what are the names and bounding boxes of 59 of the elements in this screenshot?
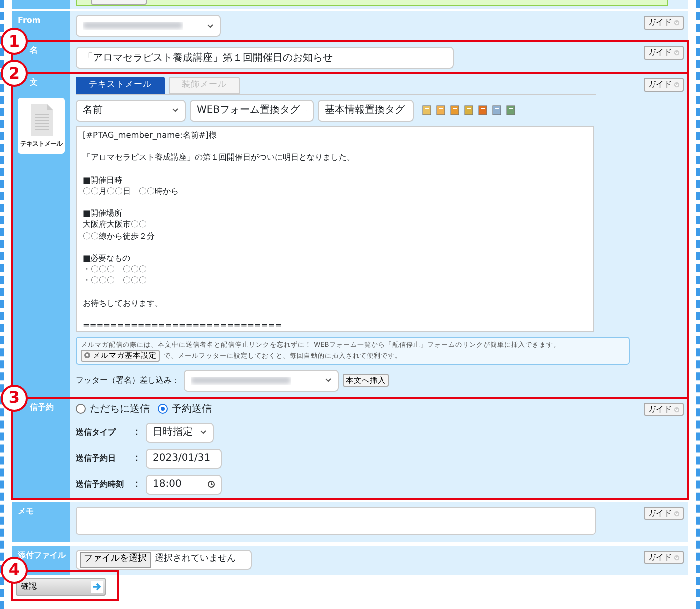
separator-text: ： [132, 452, 142, 466]
time-field[interactable]: 18:00 [146, 474, 222, 495]
field-label: 送信予約日 [76, 452, 117, 465]
toolbar-icon[interactable] [506, 105, 516, 116]
field-label: 送信予約時刻 [76, 478, 125, 491]
expand-icon [674, 82, 680, 88]
toolbar-icon[interactable] [492, 105, 502, 116]
separator-text: ： [132, 426, 142, 440]
confirm-button[interactable]: 確認 [16, 578, 106, 596]
annotation-number: 3 [1, 384, 28, 412]
guide-button[interactable]: ガイド [644, 16, 684, 30]
field-label: 信予約 [30, 402, 54, 412]
mail-tab[interactable]: テキストメール [76, 77, 165, 94]
toolbar-icon[interactable] [436, 105, 446, 116]
expand-icon [674, 50, 680, 56]
select-value: WEBフォーム置換タグ [197, 104, 300, 118]
radio-label: 予約送信 [172, 402, 212, 417]
guide-button[interactable]: ガイド [644, 46, 684, 60]
label-cell [12, 0, 70, 9]
field-label: メモ [18, 506, 34, 516]
field-label: 名 [30, 46, 38, 55]
radio-label: ただちに送信 [90, 402, 150, 417]
toolbar-icon[interactable] [478, 105, 488, 116]
radio-button[interactable] [76, 404, 86, 414]
field-label: 文 [30, 78, 38, 87]
separator-text: ： [132, 478, 142, 492]
expand-icon [674, 20, 680, 26]
gear-icon [84, 352, 91, 360]
guide-button[interactable]: ガイド [644, 78, 684, 92]
annotation-number: 2 [1, 60, 28, 87]
toolbar-icon[interactable] [422, 105, 432, 116]
guide-button[interactable]: ガイド [644, 550, 684, 564]
memo-field[interactable] [76, 506, 596, 535]
toolbar-icon[interactable] [464, 105, 474, 116]
footer-label: フッター（署名）差し込み： [76, 374, 180, 387]
select-value: 基本情報置換タグ [325, 104, 405, 118]
date-field[interactable]: 2023/01/31 [146, 448, 222, 469]
select-value: 名前 [83, 104, 103, 118]
document-icon [28, 103, 54, 137]
type-select[interactable]: 日時指定 [146, 422, 214, 443]
tag-select[interactable]: 名前 [76, 100, 186, 122]
toolbar-icon[interactable] [450, 105, 460, 116]
field-label: 送信タイプ [76, 426, 118, 439]
body-textarea[interactable]: [#PTAG_member_name:名前#]様 「アロマセラピスト養成講座」の第１回開催日がついに明日となりました。 ■開催日時 〇〇月〇〇日 〇〇時から ■開催場所 大阪府大阪市〇〇 〇〇線から徒歩２分 ■必要なもの ・〇〇〇 〇〇〇 ・〇〇〇 〇〇〇 お待ちしております。 ============================= [76, 126, 594, 332]
file-status: 選択されていません [155, 553, 236, 566]
expand-icon [674, 406, 680, 413]
radio-button[interactable] [158, 404, 168, 414]
subject-field[interactable]: 「アロマセラピスト養成講座」第１回開催日のお知らせ [76, 47, 454, 69]
tag-select[interactable]: 基本情報置換タグ [318, 100, 414, 122]
tag-select[interactable]: WEBフォーム置換タグ [190, 100, 314, 122]
field-label: From [18, 16, 41, 25]
guide-button[interactable]: ガイド [644, 402, 684, 416]
annotation-number: 1 [1, 28, 28, 55]
expand-icon [674, 510, 680, 517]
file-button[interactable]: ファイルを選択 [80, 552, 151, 568]
clock-icon [208, 481, 215, 488]
guide-button[interactable]: ガイド [644, 506, 684, 520]
arrow-icon [91, 580, 103, 593]
expand-icon [674, 554, 680, 561]
